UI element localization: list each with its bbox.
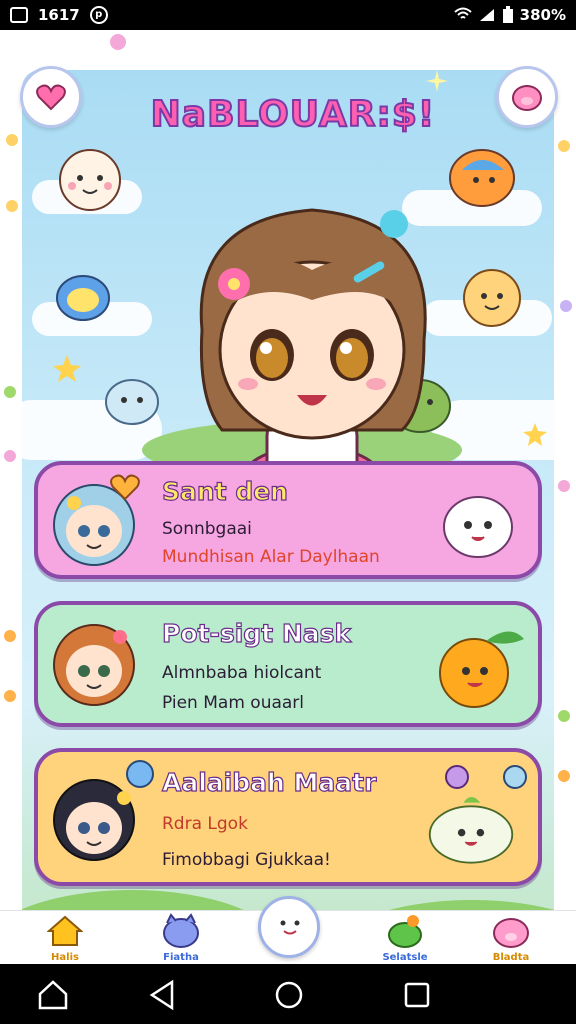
main-screen: NaBLOUAR:$! Sant den Sonnbgaai Mundhisan…	[0, 30, 576, 962]
recents-icon[interactable]	[400, 978, 434, 1012]
center-action-button[interactable]	[258, 896, 320, 958]
blue-cat-sticker-icon	[126, 760, 154, 788]
card-title: Sant den	[161, 476, 288, 506]
card-subtitle: Rdra Lgok	[162, 814, 248, 834]
white-cat-mascot-icon	[443, 496, 513, 558]
mochi-mascot-icon	[428, 797, 514, 864]
confetti-dot	[110, 34, 126, 50]
nav-label: Fiatha	[163, 952, 199, 963]
profile-button[interactable]	[496, 66, 558, 128]
confetti-dot	[4, 450, 16, 462]
confetti-dot	[4, 690, 16, 702]
menu-card-2[interactable]: Pot-sigt Nask Almnbaba hiolcant Pien Mam…	[34, 601, 542, 727]
orange-fruit-mascot-icon	[439, 631, 524, 708]
nav-label: Halis	[51, 952, 79, 963]
heart-icon	[36, 84, 66, 111]
card-title: Pot-sigt Nask	[161, 618, 352, 648]
confetti-dot	[560, 300, 572, 312]
heart-sticker-icon	[110, 474, 140, 501]
pig-icon	[512, 85, 542, 111]
wifi-icon	[453, 7, 472, 19]
card-description: Fimobbagi Gjukkaa!	[162, 850, 331, 870]
home-circle-icon[interactable]	[272, 978, 306, 1012]
smile-face-icon	[280, 920, 300, 935]
back-icon[interactable]	[146, 978, 180, 1012]
menu-card-1[interactable]: Sant den Sonnbgaai Mundhisan Alar Daylha…	[34, 461, 542, 579]
nav-badges[interactable]: Bladta	[476, 911, 546, 965]
gallery-icon	[10, 7, 28, 23]
notification-icon: p	[89, 6, 108, 24]
card-description: Mundhisan Alar Daylhaan	[162, 547, 380, 567]
star-icon	[523, 423, 547, 446]
confetti-dot	[4, 630, 16, 642]
confetti-dot	[558, 480, 570, 492]
confetti-dot	[6, 200, 18, 212]
nav-label: Selatsle	[382, 952, 428, 963]
nav-friends[interactable]: Fiatha	[146, 911, 216, 965]
card-description: Pien Mam ouaarl	[162, 693, 305, 713]
menu-card-3[interactable]: Aalaibah Maatr Rdra Lgok Fimobbagi Gjukk…	[34, 748, 542, 886]
bear-critter-icon	[463, 269, 521, 327]
star-icon	[53, 355, 81, 382]
system-nav-bar	[0, 964, 576, 1024]
orange-hair-avatar	[53, 624, 135, 706]
confetti-dot	[6, 134, 18, 146]
confetti-dot	[4, 386, 16, 398]
confetti-dot	[558, 140, 570, 152]
ghost-critter-icon	[105, 379, 159, 425]
app-title: NaBLOUAR:$!	[150, 93, 436, 136]
nav-home[interactable]: Halis	[30, 911, 100, 965]
confetti-dot	[558, 770, 570, 782]
favorites-button[interactable]	[20, 66, 82, 128]
card-subtitle: Almnbaba hiolcant	[162, 663, 322, 683]
nav-settings[interactable]: Selatsle	[370, 911, 440, 965]
card-subtitle: Sonnbgaai	[162, 519, 252, 539]
signal-icon	[479, 9, 494, 21]
card-title: Aalaibah Maatr	[161, 767, 377, 797]
home-icon[interactable]	[36, 978, 70, 1012]
sparkle-icon	[426, 70, 448, 92]
blob-critter-icon	[56, 275, 110, 321]
house-icon	[47, 915, 83, 946]
status-time: 1617	[38, 6, 80, 24]
battery-level: 380%	[519, 6, 566, 24]
status-bar: 1617 p 380%	[0, 0, 576, 30]
cat-icon	[163, 913, 199, 948]
frog-icon	[388, 915, 422, 948]
cat-critter-icon	[59, 149, 121, 211]
confetti-dot	[558, 710, 570, 722]
pig-icon	[493, 918, 529, 948]
nav-label: Bladta	[492, 952, 530, 963]
battery-icon	[502, 6, 513, 23]
